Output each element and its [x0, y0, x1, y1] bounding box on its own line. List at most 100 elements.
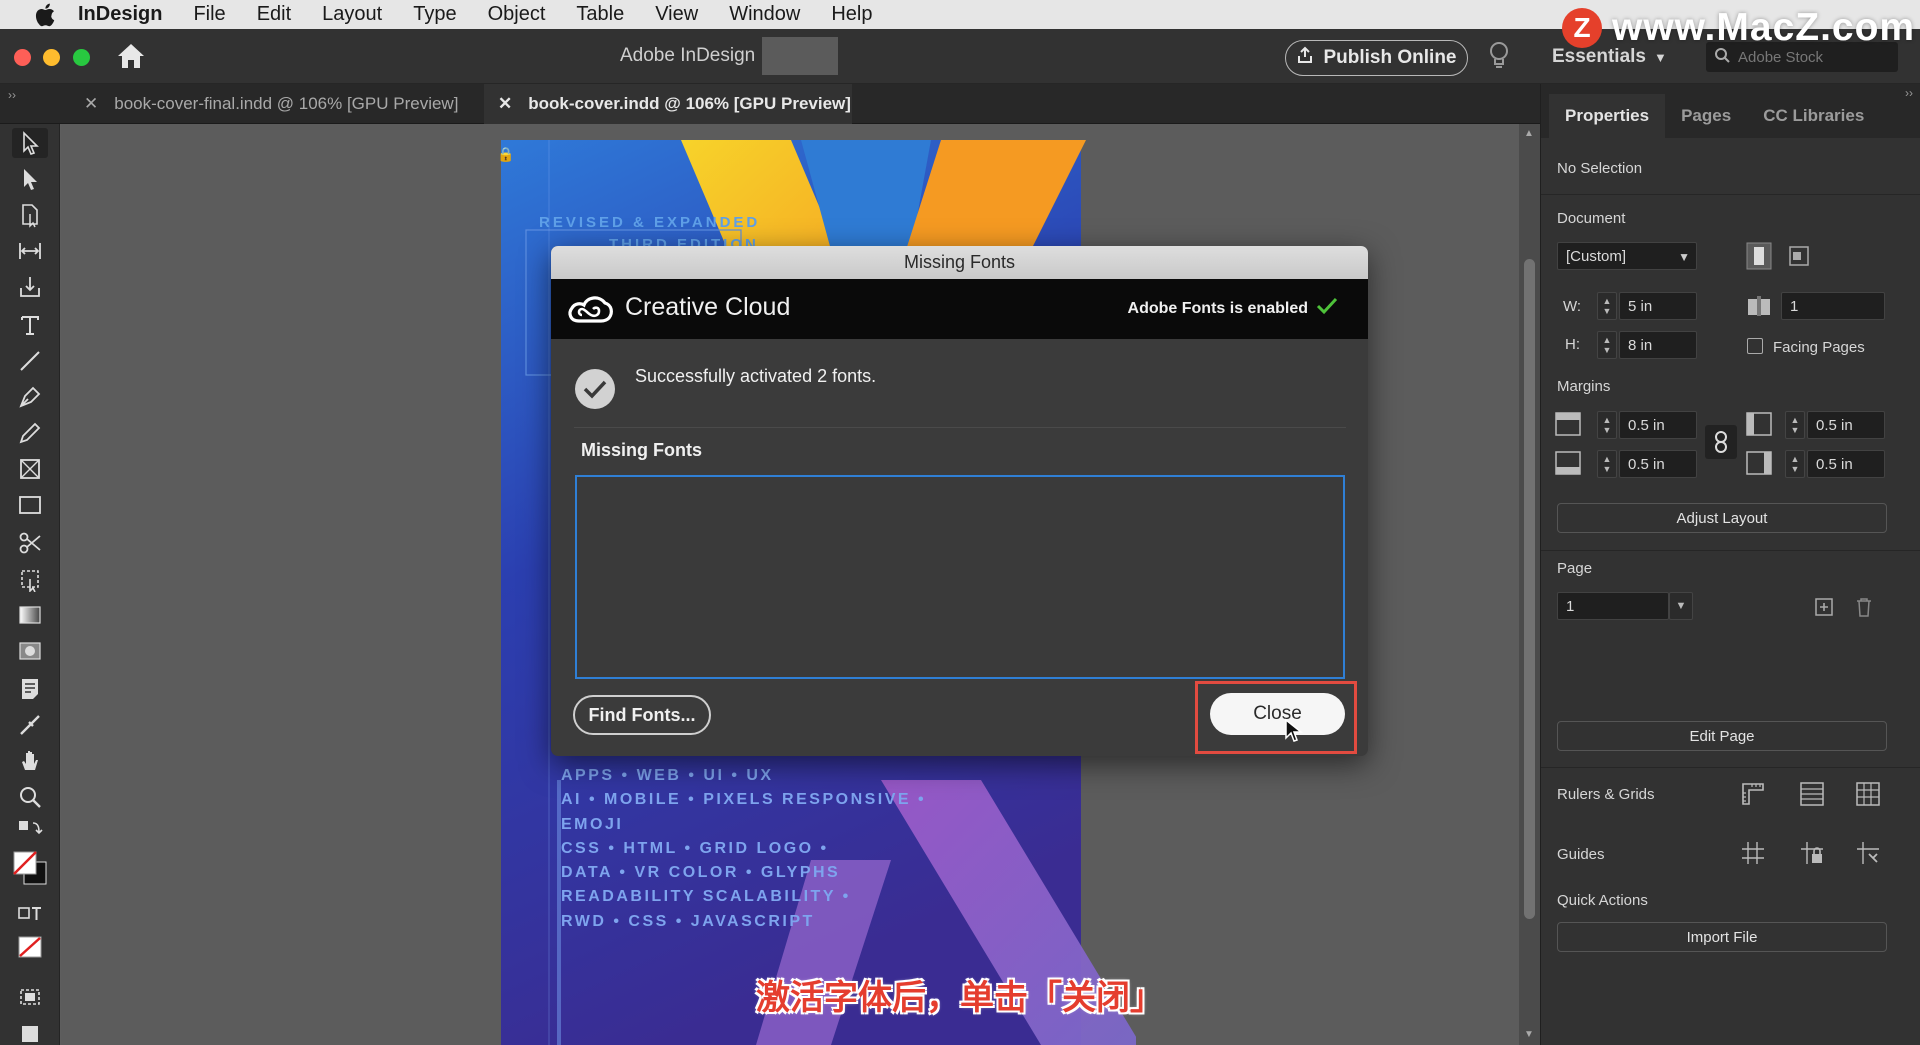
- pencil-tool-icon[interactable]: [12, 418, 48, 448]
- menu-edit[interactable]: Edit: [257, 3, 291, 26]
- width-input[interactable]: 5 in: [1619, 292, 1697, 320]
- margin-right-stepper[interactable]: ▲ ▼: [1785, 450, 1805, 478]
- line-tool-icon[interactable]: [12, 346, 48, 376]
- delete-page-icon[interactable]: [1849, 592, 1879, 622]
- lock-icon[interactable]: 🔒: [497, 146, 514, 163]
- publish-online-button[interactable]: Publish Online: [1285, 40, 1468, 76]
- canvas-vertical-scrollbar[interactable]: ▲ ▼: [1519, 124, 1540, 1045]
- margin-bottom-input[interactable]: 0.5 in: [1619, 450, 1697, 478]
- lock-guides-icon[interactable]: [1797, 838, 1827, 868]
- adjust-layout-button[interactable]: Adjust Layout: [1557, 503, 1887, 533]
- width-stepper[interactable]: ▲ ▼: [1597, 292, 1617, 320]
- height-input[interactable]: 8 in: [1619, 331, 1697, 359]
- facing-pages-checkbox[interactable]: [1747, 338, 1763, 354]
- scissors-tool-icon[interactable]: [12, 528, 48, 558]
- edit-page-button[interactable]: Edit Page: [1557, 721, 1887, 751]
- pen-tool-icon[interactable]: [12, 382, 48, 412]
- fill-stroke-swatch-icon[interactable]: [12, 846, 48, 890]
- rectangle-frame-tool-icon[interactable]: [12, 454, 48, 484]
- find-fonts-button[interactable]: Find Fonts...: [573, 695, 711, 735]
- tab-cc-libraries[interactable]: CC Libraries: [1747, 94, 1880, 138]
- import-file-button[interactable]: Import File: [1557, 922, 1887, 952]
- margin-left-stepper[interactable]: ▲ ▼: [1785, 411, 1805, 439]
- home-icon[interactable]: [116, 42, 146, 74]
- eyedropper-tool-icon[interactable]: [12, 710, 48, 740]
- landscape-orientation-icon[interactable]: [1784, 241, 1814, 271]
- free-transform-tool-icon[interactable]: [12, 564, 48, 594]
- menu-app-name[interactable]: InDesign: [78, 3, 162, 26]
- scrollbar-thumb[interactable]: [1524, 259, 1535, 919]
- close-button[interactable]: Close: [1210, 693, 1345, 735]
- scroll-up-icon[interactable]: ▲: [1524, 128, 1534, 139]
- missing-fonts-list[interactable]: [575, 475, 1345, 679]
- menu-table[interactable]: Table: [576, 3, 624, 26]
- collapse-panel-icon[interactable]: ››: [1905, 86, 1913, 100]
- rulers-grids-heading: Rulers & Grids: [1557, 786, 1655, 803]
- tab-book-cover[interactable]: ✕ book-cover.indd @ 106% [GPU Preview]: [484, 84, 852, 124]
- menu-file[interactable]: File: [193, 3, 225, 26]
- scroll-down-icon[interactable]: ▼: [1524, 1029, 1534, 1040]
- show-guides-icon[interactable]: [1738, 838, 1768, 868]
- window-minimize-button[interactable]: [43, 49, 60, 66]
- page-tool-icon[interactable]: [12, 200, 48, 230]
- tab-pages[interactable]: Pages: [1665, 94, 1747, 138]
- zoom-tool-icon[interactable]: [12, 782, 48, 812]
- page-dropdown[interactable]: 1: [1557, 592, 1669, 620]
- gap-tool-icon[interactable]: [12, 236, 48, 266]
- missing-fonts-label: Missing Fonts: [581, 440, 702, 460]
- gradient-feather-tool-icon[interactable]: [12, 636, 48, 666]
- gradient-swatch-tool-icon[interactable]: [12, 600, 48, 630]
- content-collector-icon[interactable]: [12, 272, 48, 302]
- apple-icon[interactable]: [30, 3, 60, 27]
- menu-view[interactable]: View: [655, 3, 698, 26]
- margin-left-input[interactable]: 0.5 in: [1807, 411, 1885, 439]
- margin-bottom-stepper[interactable]: ▲ ▼: [1597, 450, 1617, 478]
- apply-none-icon[interactable]: [12, 932, 48, 962]
- tab-properties[interactable]: Properties: [1549, 94, 1666, 138]
- window-zoom-button[interactable]: [73, 49, 90, 66]
- type-tool-icon[interactable]: [12, 310, 48, 340]
- menu-help[interactable]: Help: [831, 3, 872, 26]
- close-icon[interactable]: ✕: [84, 94, 98, 114]
- adobe-fonts-status: Adobe Fonts is enabled: [1128, 297, 1338, 320]
- chevron-down-icon: ▼: [1675, 600, 1687, 612]
- add-page-icon[interactable]: [1809, 592, 1839, 622]
- rectangle-tool-icon[interactable]: [12, 490, 48, 520]
- portrait-orientation-icon[interactable]: [1744, 241, 1774, 271]
- smart-guides-icon[interactable]: [1853, 838, 1883, 868]
- expand-panel-icon[interactable]: ››: [8, 88, 16, 102]
- menu-object[interactable]: Object: [488, 3, 546, 26]
- hand-tool-icon[interactable]: [12, 746, 48, 776]
- margin-top-stepper[interactable]: ▲ ▼: [1597, 411, 1617, 439]
- tab-book-cover-final[interactable]: ✕ book-cover-final.indd @ 106% [GPU Prev…: [70, 84, 470, 124]
- note-tool-icon[interactable]: [12, 674, 48, 704]
- margin-left-icon: [1744, 409, 1774, 439]
- page-dropdown-toggle[interactable]: ▼: [1669, 592, 1693, 620]
- menu-layout[interactable]: Layout: [322, 3, 382, 26]
- baseline-grid-icon[interactable]: [1797, 779, 1827, 809]
- creative-cloud-title: Creative Cloud: [625, 293, 791, 321]
- watermark-logo: Z: [1562, 8, 1602, 48]
- menu-window[interactable]: Window: [729, 3, 800, 26]
- document-grid-icon[interactable]: [1853, 779, 1883, 809]
- selection-tool-icon[interactable]: [12, 128, 48, 158]
- preview-mode-icon[interactable]: [12, 1018, 48, 1045]
- pages-count-input[interactable]: 1: [1781, 292, 1885, 320]
- link-margins-icon[interactable]: [1705, 425, 1737, 459]
- window-close-button[interactable]: [14, 49, 31, 66]
- formatting-container-icon[interactable]: [12, 902, 48, 926]
- ruler-icon[interactable]: [1738, 779, 1768, 809]
- margin-right-input[interactable]: 0.5 in: [1807, 450, 1885, 478]
- direct-selection-tool-icon[interactable]: [12, 164, 48, 194]
- facing-pages-label: Facing Pages: [1773, 339, 1865, 356]
- lightbulb-icon[interactable]: [1488, 41, 1510, 75]
- menu-type[interactable]: Type: [413, 3, 456, 26]
- checkmark-icon: [1316, 297, 1338, 320]
- document-preset-dropdown[interactable]: [Custom] ▼: [1557, 242, 1697, 270]
- close-icon[interactable]: ✕: [498, 94, 512, 114]
- swap-fill-stroke-icon[interactable]: [12, 820, 48, 844]
- margin-top-input[interactable]: 0.5 in: [1619, 411, 1697, 439]
- page-heading: Page: [1557, 560, 1593, 577]
- height-stepper[interactable]: ▲ ▼: [1597, 331, 1617, 359]
- missing-fonts-dialog: Missing Fonts Creative Cloud Adobe Fonts…: [551, 246, 1368, 756]
